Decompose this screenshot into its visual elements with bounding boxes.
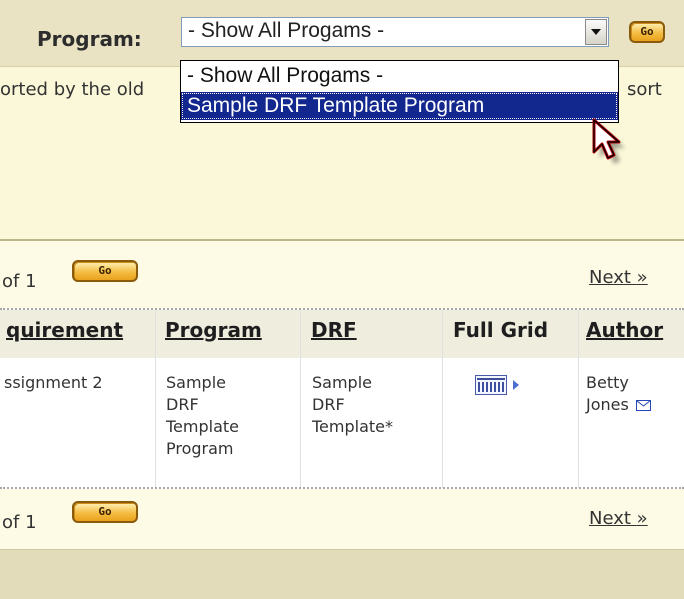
header-author[interactable]: Author [586, 318, 663, 342]
header-requirement[interactable]: quirement [6, 318, 123, 342]
program-select-value: - Show All Progams - [188, 19, 385, 42]
header-full-grid: Full Grid [453, 318, 549, 342]
grid-icon[interactable] [475, 375, 507, 395]
cell-program-line: DRF [166, 395, 199, 414]
bottom-pager-go-button[interactable]: Go [72, 501, 138, 523]
header-program[interactable]: Program [165, 318, 262, 342]
cell-author-lastname: Jones [586, 395, 629, 414]
cell-author-line: Jones [586, 394, 651, 416]
column-separator [300, 310, 301, 488]
email-icon[interactable] [635, 400, 651, 411]
top-next-arrow: » [636, 267, 648, 288]
bottom-next-label: Next [589, 508, 631, 529]
cell-program: Sample DRF Template Program [166, 372, 239, 460]
bottom-pager-page-count: of 1 [2, 512, 37, 533]
cell-drf: Sample DRF Template* [312, 372, 393, 438]
top-next-link[interactable]: Next » [589, 267, 648, 288]
column-separator [155, 310, 156, 488]
bottom-next-link[interactable]: Next » [589, 508, 648, 529]
dropdown-option-show-all[interactable]: - Show All Progams - [181, 62, 618, 90]
cell-requirement: ssignment 2 [4, 373, 103, 392]
top-pager-go-button[interactable]: Go [72, 260, 138, 282]
program-label: Program: [37, 27, 142, 51]
top-pager-page-count: of 1 [2, 271, 37, 292]
program-go-button[interactable]: Go [629, 21, 665, 43]
column-separator [442, 310, 443, 488]
mouse-pointer-icon [592, 118, 625, 164]
dropdown-option-sample-drf[interactable]: Sample DRF Template Program [181, 92, 618, 120]
cell-drf-line: DRF [312, 395, 345, 414]
cell-program-line: Template [166, 417, 240, 436]
instructions-text-right: sort [627, 79, 662, 100]
play-arrow-icon[interactable] [512, 379, 520, 391]
cell-author: Betty Jones [586, 372, 651, 416]
cell-program-line: Program [166, 439, 234, 458]
column-separator [578, 310, 579, 488]
dropdown-arrow-icon[interactable] [585, 19, 607, 45]
cell-drf-line: Sample [312, 373, 372, 392]
bottom-next-arrow: » [636, 508, 648, 529]
cell-author-line: Betty [586, 373, 629, 392]
instructions-text: orted by the old [0, 79, 145, 100]
program-dropdown-list: - Show All Progams - Sample DRF Template… [180, 60, 619, 123]
program-select[interactable]: - Show All Progams - [181, 17, 609, 47]
top-next-label: Next [589, 267, 631, 288]
footer-bar [0, 549, 684, 599]
header-drf[interactable]: DRF [311, 318, 357, 342]
cell-program-line: Sample [166, 373, 226, 392]
cell-drf-line: Template* [312, 417, 394, 436]
